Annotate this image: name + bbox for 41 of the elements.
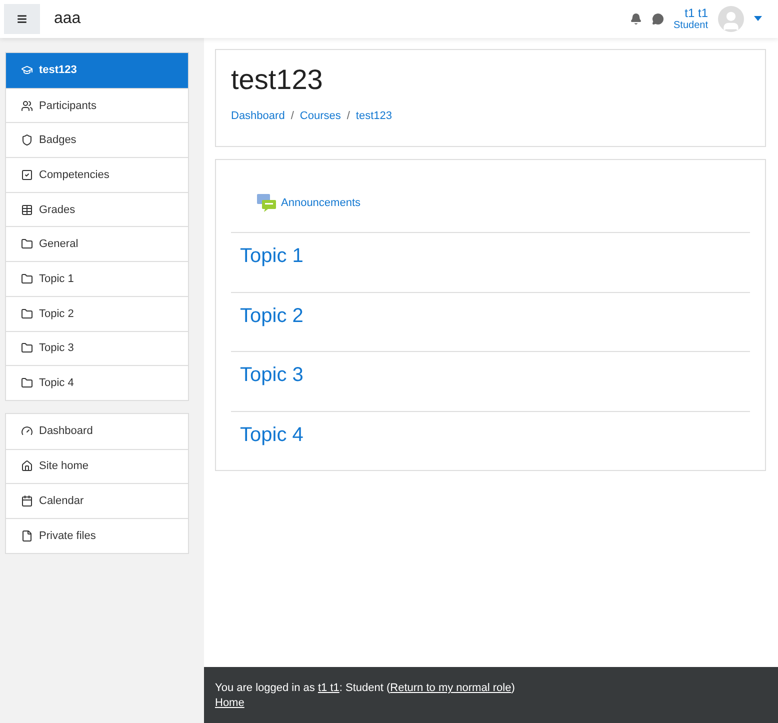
users-icon [21,100,33,112]
breadcrumb-link[interactable]: Dashboard [231,110,285,122]
topic-link[interactable]: Topic 4 [231,410,750,470]
sidebar-item[interactable]: Site home [6,448,188,484]
bell-icon[interactable] [630,12,642,25]
folder-icon [21,342,33,354]
shield-icon [21,134,33,146]
home-icon [21,460,33,472]
breadcrumb-link[interactable]: Courses [300,110,341,122]
breadcrumb-link[interactable]: test123 [356,110,392,122]
topic-link[interactable]: Topic 3 [231,351,750,410]
folder-icon [21,238,33,250]
menu-button[interactable]: ≡ [4,4,40,34]
chat-icon[interactable] [652,12,664,25]
topic-link[interactable]: Topic 2 [231,292,750,351]
sidebar-item[interactable]: Participants [6,88,188,122]
folder-icon [21,308,33,320]
caret-icon[interactable] [754,16,762,22]
home-link[interactable]: Home [215,697,244,710]
check-icon [21,168,33,181]
return-role-link[interactable]: Return to my normal role [390,682,512,694]
folder-icon [21,272,33,285]
breadcrumb-separator: / [346,110,350,122]
sidebar-item[interactable]: test123 [6,53,188,88]
page-title: test123 [231,64,324,96]
user-link[interactable]: t1 t1 [318,682,340,694]
user-name[interactable]: t1 t1 [684,6,708,20]
chat-bubbles-icon [257,194,277,212]
file-icon [21,530,33,542]
topic-link[interactable]: Topic 1 [231,232,750,292]
folder-icon [21,377,33,390]
course-icon [21,64,33,76]
site-name: aaa [54,10,81,28]
announcements-link[interactable]: Announcements [257,194,750,212]
breadcrumb-separator: / [290,110,294,122]
login-info-text: You are logged in as t1 t1: Student (Return to my normal role) [215,681,516,696]
user-role: Student [674,20,708,32]
calendar-icon [21,495,33,508]
sidebar-item[interactable]: Grades [6,192,188,226]
table-icon [21,204,33,216]
gauge-icon [21,425,33,438]
